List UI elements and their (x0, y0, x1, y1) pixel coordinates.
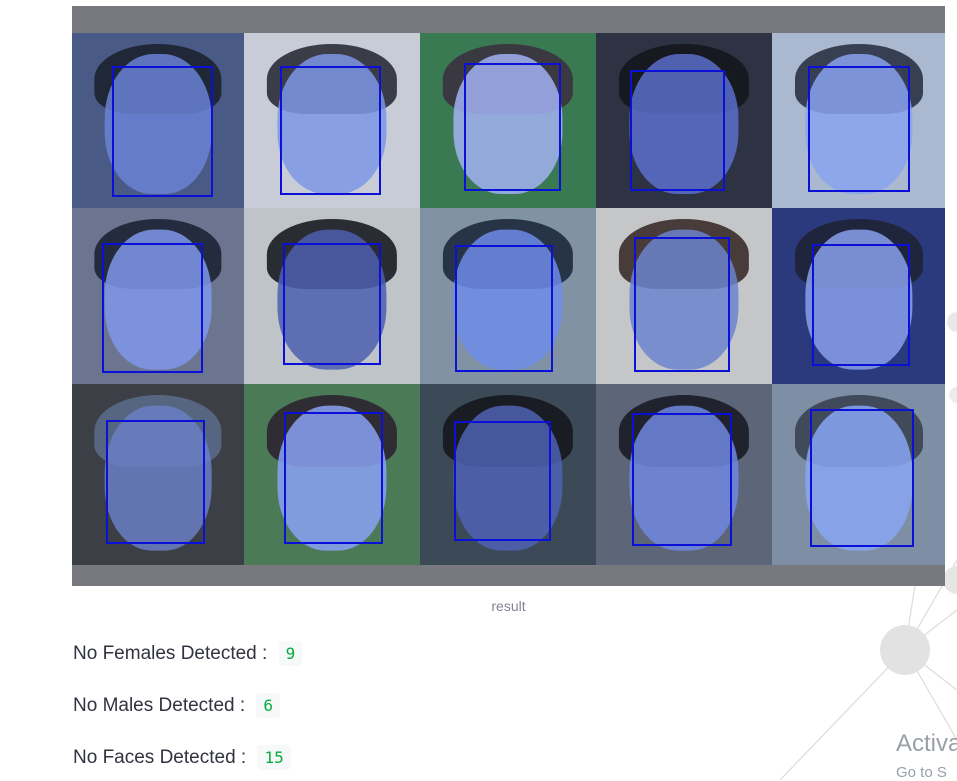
image-caption: result (491, 598, 526, 614)
males-detected-value: 6 (256, 693, 281, 718)
face-cell (244, 384, 420, 565)
males-detected-row: No Males Detected : 6 (73, 693, 281, 718)
face-cell (772, 208, 945, 384)
face-cell (244, 208, 420, 384)
face-cell (72, 33, 244, 208)
face-cell (420, 208, 596, 384)
activate-windows-subtext: Go to S (896, 764, 947, 781)
faces-detected-label: No Faces Detected : (73, 746, 252, 768)
face-cell (420, 33, 596, 208)
face-cell (596, 384, 772, 565)
males-detected-label: No Males Detected : (73, 694, 251, 716)
face-grid (72, 33, 945, 565)
face-cell (772, 33, 945, 208)
face-cell (596, 33, 772, 208)
face-cell (772, 384, 945, 565)
face-cell (420, 384, 596, 565)
face-cell (72, 384, 244, 565)
faces-detected-value: 15 (257, 745, 291, 770)
females-detected-label: No Females Detected : (73, 642, 273, 664)
face-cell (244, 33, 420, 208)
activate-windows-watermark: Activa (896, 730, 957, 757)
females-detected-value: 9 (278, 641, 303, 666)
females-detected-row: No Females Detected : 9 (73, 641, 303, 666)
faces-detected-row: No Faces Detected : 15 (73, 745, 291, 770)
face-cell (72, 208, 244, 384)
detection-result-image (72, 6, 945, 586)
face-cell (596, 208, 772, 384)
